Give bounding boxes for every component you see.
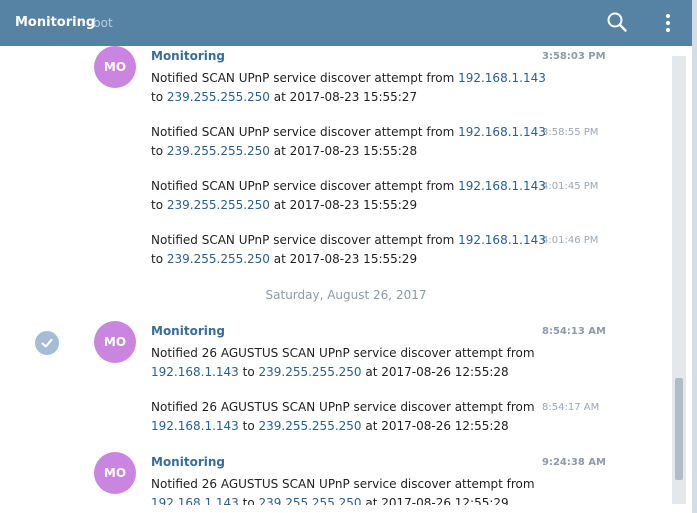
message-time: 8:54:17 AM <box>542 402 600 413</box>
message-line: Notified 26 AGUSTUS SCAN UPnP service di… <box>151 477 535 491</box>
ip-link[interactable]: 239.255.255.250 <box>258 419 361 433</box>
message-time: 4:01:45 PM <box>542 181 599 192</box>
window-edge <box>692 0 697 513</box>
message-line: to 239.255.255.250 at 2017-08-23 15:55:2… <box>151 90 418 104</box>
chat-subtitle: bot <box>93 16 113 30</box>
message-time: 3:58:03 PM <box>542 51 606 62</box>
message-time: 9:24:38 AM <box>542 457 606 468</box>
ip-link[interactable]: 239.255.255.250 <box>258 365 361 379</box>
message-line: Notified 26 AGUSTUS SCAN UPnP service di… <box>151 346 535 360</box>
message-line: to 239.255.255.250 at 2017-08-23 15:55:2… <box>151 198 418 212</box>
more-options-icon[interactable] <box>658 12 678 34</box>
avatar[interactable]: MO <box>94 321 136 363</box>
chat-header: Monitoring bot <box>0 0 692 46</box>
message-line: to 239.255.255.250 at 2017-08-23 15:55:2… <box>151 144 418 158</box>
message-line: Notified SCAN UPnP service discover atte… <box>151 233 546 247</box>
message-author[interactable]: Monitoring <box>151 455 225 469</box>
ip-link[interactable]: 239.255.255.250 <box>167 90 270 104</box>
ip-link[interactable]: 192.168.1.143 <box>458 179 546 193</box>
message-author[interactable]: Monitoring <box>151 324 225 338</box>
ip-link[interactable]: 192.168.1.143 <box>458 125 546 139</box>
chat-title[interactable]: Monitoring <box>15 15 95 30</box>
scrollbar-thumb[interactable] <box>675 378 683 480</box>
message-author[interactable]: Monitoring <box>151 49 225 63</box>
message-line: 192.168.1.143 to 239.255.255.250 at 2017… <box>151 365 509 379</box>
message-line: 192.168.1.143 to 239.255.255.250 at 2017… <box>151 496 509 505</box>
ip-link[interactable]: 239.255.255.250 <box>258 496 361 505</box>
avatar[interactable]: MO <box>94 46 136 88</box>
date-separator: Saturday, August 26, 2017 <box>265 288 427 302</box>
message-line: Notified SCAN UPnP service discover atte… <box>151 125 546 139</box>
selected-check-icon[interactable] <box>35 331 59 355</box>
ip-link[interactable]: 192.168.1.143 <box>151 365 239 379</box>
ip-link[interactable]: 192.168.1.143 <box>151 419 239 433</box>
message-line: to 239.255.255.250 at 2017-08-23 15:55:2… <box>151 252 418 266</box>
message-time: 3:58:55 PM <box>542 127 599 138</box>
ip-link[interactable]: 192.168.1.143 <box>458 71 546 85</box>
ip-link[interactable]: 192.168.1.143 <box>151 496 239 505</box>
search-icon[interactable] <box>606 11 628 33</box>
message-time: 4:01:46 PM <box>542 235 599 246</box>
message-line: Notified 26 AGUSTUS SCAN UPnP service di… <box>151 400 535 414</box>
message-line: Notified SCAN UPnP service discover atte… <box>151 71 546 85</box>
message-time: 8:54:13 AM <box>542 326 606 337</box>
checkmark-icon <box>41 338 53 348</box>
avatar[interactable]: MO <box>94 452 136 494</box>
message-line: Notified SCAN UPnP service discover atte… <box>151 179 546 193</box>
ip-link[interactable]: 239.255.255.250 <box>167 252 270 266</box>
ip-link[interactable]: 239.255.255.250 <box>167 198 270 212</box>
ip-link[interactable]: 192.168.1.143 <box>458 233 546 247</box>
ip-link[interactable]: 239.255.255.250 <box>167 144 270 158</box>
message-line: 192.168.1.143 to 239.255.255.250 at 2017… <box>151 419 509 433</box>
